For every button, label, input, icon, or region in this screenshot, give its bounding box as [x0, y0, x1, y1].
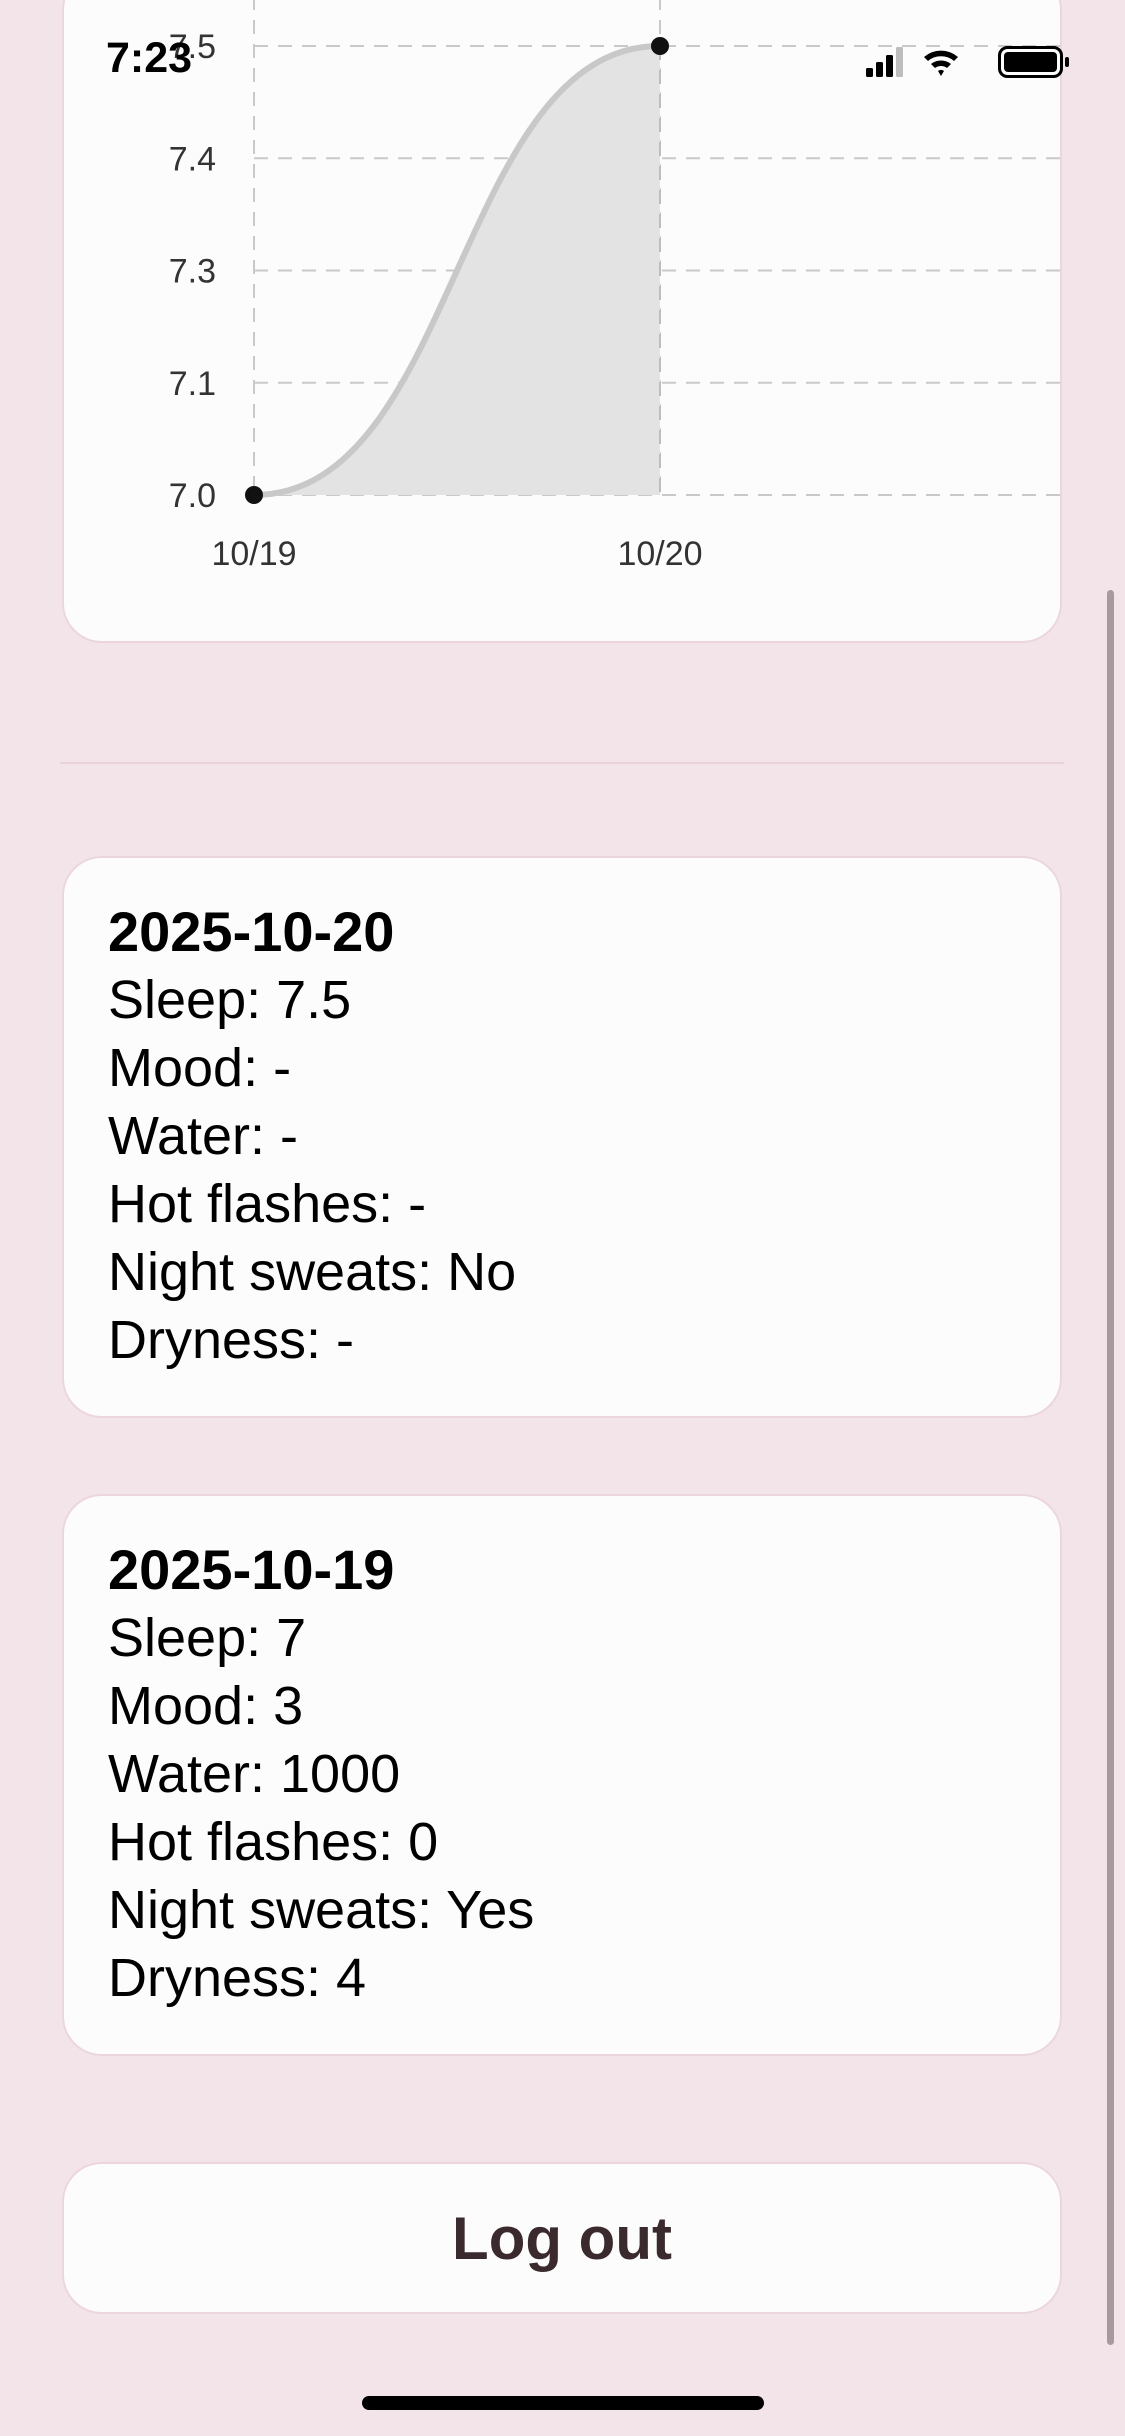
entry-mood: Mood: 3 — [108, 1676, 304, 1736]
entry-water: Water: - — [108, 1106, 299, 1166]
entry-hot-flashes: Hot flashes: - — [108, 1174, 427, 1234]
entry-sleep: Sleep: 7.5 — [108, 970, 352, 1030]
home-indicator[interactable] — [362, 2396, 764, 2410]
chart-y-tick-label: 7.3 — [169, 253, 216, 291]
entry-date: 2025-10-19 — [108, 1538, 395, 1601]
entry-sleep: Sleep: 7 — [108, 1608, 307, 1668]
chart-y-tick-label: 7.0 — [169, 477, 216, 515]
entry-card: 2025-10-20 Sleep: 7.5 Mood: - Water: - H… — [62, 856, 1062, 1418]
sleep-chart: 7.07.17.37.47.5 10/19 10/20 — [169, 0, 1060, 573]
section-divider — [60, 762, 1064, 764]
entry-water: Water: 1000 — [108, 1744, 401, 1804]
chart-x-tick-label: 10/20 — [617, 535, 702, 573]
logout-button[interactable]: Log out — [62, 2162, 1062, 2314]
entry-date: 2025-10-20 — [108, 900, 395, 963]
chart-point[interactable] — [245, 486, 263, 504]
chart-y-tick-labels: 7.07.17.37.47.5 — [169, 28, 216, 515]
status-time: 7:23 — [106, 34, 193, 82]
chart-point[interactable] — [651, 37, 669, 55]
entry-dryness: Dryness: - — [108, 1310, 355, 1370]
chart-x-tick-labels: 10/19 10/20 — [211, 535, 702, 573]
entry-night-sweats: Night sweats: No — [108, 1242, 517, 1302]
chart-y-tick-label: 7.4 — [169, 140, 216, 178]
entry-night-sweats: Night sweats: Yes — [108, 1880, 535, 1940]
sleep-chart-card: 7.0 7.1 7.3 7.4 7.5 10/19 10/20 — [62, 0, 1062, 643]
scrollbar[interactable] — [1107, 590, 1114, 2345]
chart-y-tick-label: 7.1 — [169, 365, 216, 403]
chart-x-tick-label: 10/19 — [211, 535, 296, 573]
entry-card: 2025-10-19 Sleep: 7 Mood: 3 Water: 1000 … — [62, 1494, 1062, 2056]
entry-hot-flashes: Hot flashes: 0 — [108, 1812, 439, 1872]
entry-mood: Mood: - — [108, 1038, 292, 1098]
entry-dryness: Dryness: 4 — [108, 1948, 367, 2008]
